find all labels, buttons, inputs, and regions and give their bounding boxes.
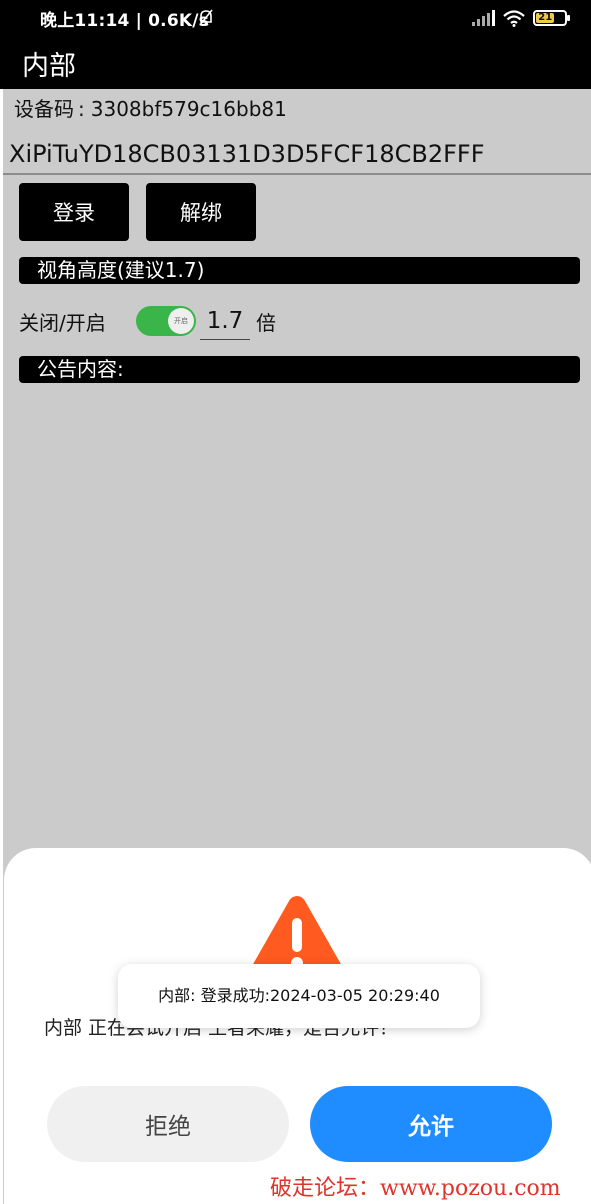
bell-off-icon [199, 9, 213, 26]
device-code-separator: : [78, 97, 85, 121]
login-button[interactable]: 登录 [19, 183, 129, 241]
toggle-knob: 开启 [168, 308, 194, 334]
view-height-input[interactable] [200, 302, 250, 340]
device-code-label: 设备码 [14, 97, 74, 121]
device-code-row: 设备码:3308bf579c16bb81 [14, 93, 287, 122]
device-code-value: 3308bf579c16bb81 [90, 97, 287, 121]
toast-message: 内部: 登录成功:2024-03-05 20:29:40 [118, 964, 480, 1028]
watermark-text: 破走论坛：www.pozou.com [270, 1176, 561, 1201]
reject-button[interactable]: 拒绝 [47, 1086, 289, 1162]
app-title: 内部 [22, 51, 76, 82]
wifi-icon [503, 9, 525, 27]
toggle-label: 关闭/开启 [19, 310, 106, 335]
key-input[interactable] [3, 135, 591, 175]
battery-icon: 21 [533, 10, 570, 26]
view-height-section-header: 视角高度(建议1.7) [19, 257, 580, 284]
multiplier-label: 倍 [256, 310, 276, 335]
signal-icon [472, 10, 495, 26]
battery-level: 21 [536, 13, 555, 23]
view-height-toggle[interactable]: 开启 [136, 306, 196, 336]
app-bar: 内部 [0, 36, 591, 89]
view-height-row: 关闭/开启 开启 倍 [19, 301, 276, 341]
allow-button[interactable]: 允许 [310, 1086, 552, 1162]
status-time: 晚上11:14 | 0.6K/s [40, 11, 209, 31]
unbind-button[interactable]: 解绑 [146, 183, 256, 241]
status-bar: 晚上11:14 | 0.6K/s 21 [0, 0, 591, 36]
notice-section-header: 公告内容: [19, 356, 580, 383]
